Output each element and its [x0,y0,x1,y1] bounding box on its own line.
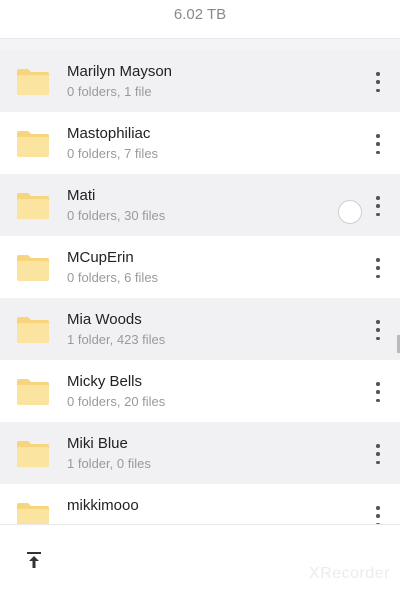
folder-name: Miki Blue [67,435,128,452]
folder-meta: 0 folders, 7 files [67,146,159,161]
folder-name: Mastophiliac [67,125,151,142]
list-item[interactable]: Miki Blue 1 folder, 0 files [0,422,400,484]
more-vertical-icon[interactable] [372,506,384,524]
folder-icon [17,255,49,281]
storage-header: 6.02 TB [0,0,400,39]
select-circle-icon[interactable] [338,200,362,224]
list-item[interactable]: mikkimooo [0,484,400,524]
folder-meta: 1 folder, 0 files [67,456,151,471]
folder-list: Marilyn Mayson 0 folders, 1 file Mastoph… [0,50,400,524]
more-vertical-icon[interactable] [372,196,384,216]
folder-icon [17,441,49,467]
list-item[interactable]: Mati 0 folders, 30 files [0,174,400,236]
folder-name: Mia Woods [67,311,142,328]
folder-meta: 0 folders, 6 files [67,270,159,285]
folder-icon [17,379,49,405]
list-item[interactable]: MCupErin 0 folders, 6 files [0,236,400,298]
folder-name: Marilyn Mayson [67,63,173,80]
folder-meta: 0 folders, 30 files [67,208,166,223]
more-vertical-icon[interactable] [372,134,384,154]
more-vertical-icon[interactable] [372,444,384,464]
watermark: XRecorder [309,565,390,582]
more-vertical-icon[interactable] [372,320,384,340]
list-item[interactable]: Micky Bells 0 folders, 20 files [0,360,400,422]
folder-name: mikkimooo [67,497,139,514]
folder-name: Micky Bells [67,373,143,390]
list-item[interactable]: Mastophiliac 0 folders, 7 files [0,112,400,174]
bottom-toolbar: XRecorder [0,524,400,593]
folder-name: Mati [67,187,96,204]
more-vertical-icon[interactable] [372,258,384,278]
storage-total: 6.02 TB [173,6,227,23]
folder-meta: 0 folders, 20 files [67,394,166,409]
scroll-to-top-icon[interactable] [24,550,44,570]
folder-icon [17,131,49,157]
folder-icon [17,193,49,219]
folder-icon [17,317,49,343]
list-item[interactable]: Mia Woods 1 folder, 423 files [0,298,400,360]
more-vertical-icon[interactable] [372,72,384,92]
folder-name: MCupErin [67,249,134,266]
folder-meta: 1 folder, 423 files [67,332,166,347]
list-item[interactable]: Marilyn Mayson 0 folders, 1 file [0,50,400,112]
more-vertical-icon[interactable] [372,382,384,402]
folder-icon [17,69,49,95]
folder-icon [17,503,49,524]
folder-meta: 0 folders, 1 file [67,84,152,99]
